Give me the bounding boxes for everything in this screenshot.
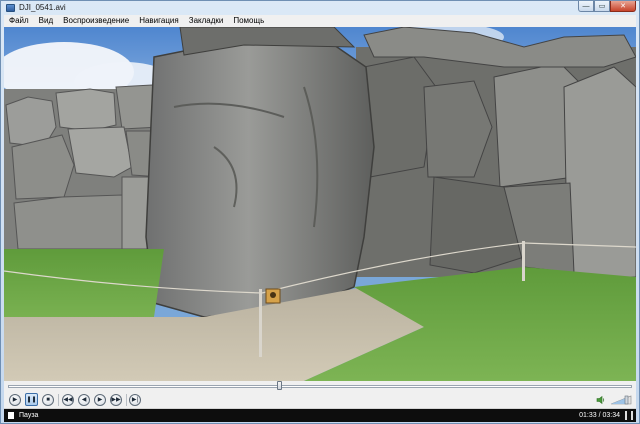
seek-track[interactable] xyxy=(8,385,632,388)
playback-time: 01:33 / 03:34 xyxy=(579,412,620,419)
forward-button[interactable]: ▶ xyxy=(94,394,106,406)
fence-post xyxy=(522,241,525,281)
seek-bar[interactable] xyxy=(4,381,636,391)
seek-thumb[interactable] xyxy=(277,381,282,390)
document-icon xyxy=(8,412,14,419)
menu-navigation[interactable]: Навигация xyxy=(134,15,184,27)
volume-slider[interactable] xyxy=(610,395,632,405)
separator xyxy=(126,394,127,406)
speaker-icon[interactable] xyxy=(596,395,606,405)
frame-step-icon: ▶| xyxy=(131,397,139,403)
playback-controls: ▶ ❚❚ ■ ◀◀ ◀ ▶ ▶▶ ▶| xyxy=(4,391,636,409)
video-scene xyxy=(4,27,636,381)
status-bar: Пауза 01:33 / 03:34 xyxy=(4,409,636,422)
rewind-icon: ◀ xyxy=(81,397,87,403)
close-button[interactable]: ✕ xyxy=(610,1,636,12)
next-button[interactable]: ▶▶ xyxy=(110,394,122,406)
maximize-button[interactable]: ▭ xyxy=(594,1,610,12)
play-icon: ▶ xyxy=(12,397,18,403)
menu-playback[interactable]: Воспроизведение xyxy=(58,15,134,27)
stop-button[interactable]: ■ xyxy=(42,394,54,406)
app-icon xyxy=(6,4,15,12)
separator xyxy=(58,394,59,406)
giant-boulder xyxy=(145,40,375,318)
previous-icon: ◀◀ xyxy=(63,397,73,403)
media-player-window: DJI_0541.avi — ▭ ✕ Файл Вид Воспроизведе… xyxy=(0,0,640,424)
pause-button[interactable]: ❚❚ xyxy=(25,393,38,406)
window-title: DJI_0541.avi xyxy=(19,3,66,12)
forward-icon: ▶ xyxy=(97,397,103,403)
frame-step-button[interactable]: ▶| xyxy=(129,394,141,406)
previous-button[interactable]: ◀◀ xyxy=(62,394,74,406)
menu-bookmarks[interactable]: Закладки xyxy=(184,15,229,27)
status-grip-icon xyxy=(625,411,633,420)
pause-icon: ❚❚ xyxy=(26,396,37,403)
volume-thumb xyxy=(624,395,629,405)
title-bar[interactable]: DJI_0541.avi — ▭ ✕ xyxy=(1,1,639,15)
rewind-button[interactable]: ◀ xyxy=(78,394,90,406)
playback-state: Пауза xyxy=(19,412,39,419)
menu-view[interactable]: Вид xyxy=(34,15,58,27)
menu-file[interactable]: Файл xyxy=(4,15,34,27)
grass-left xyxy=(4,249,164,327)
fence-post xyxy=(259,289,262,357)
window-controls: — ▭ ✕ xyxy=(578,1,636,13)
menu-help[interactable]: Помощь xyxy=(228,15,269,27)
play-button[interactable]: ▶ xyxy=(9,394,21,406)
next-icon: ▶▶ xyxy=(111,397,121,403)
menu-bar: Файл Вид Воспроизведение Навигация Закла… xyxy=(4,15,636,27)
minimize-button[interactable]: — xyxy=(578,1,594,12)
video-frame[interactable] xyxy=(4,27,636,381)
stop-icon: ■ xyxy=(46,397,50,403)
